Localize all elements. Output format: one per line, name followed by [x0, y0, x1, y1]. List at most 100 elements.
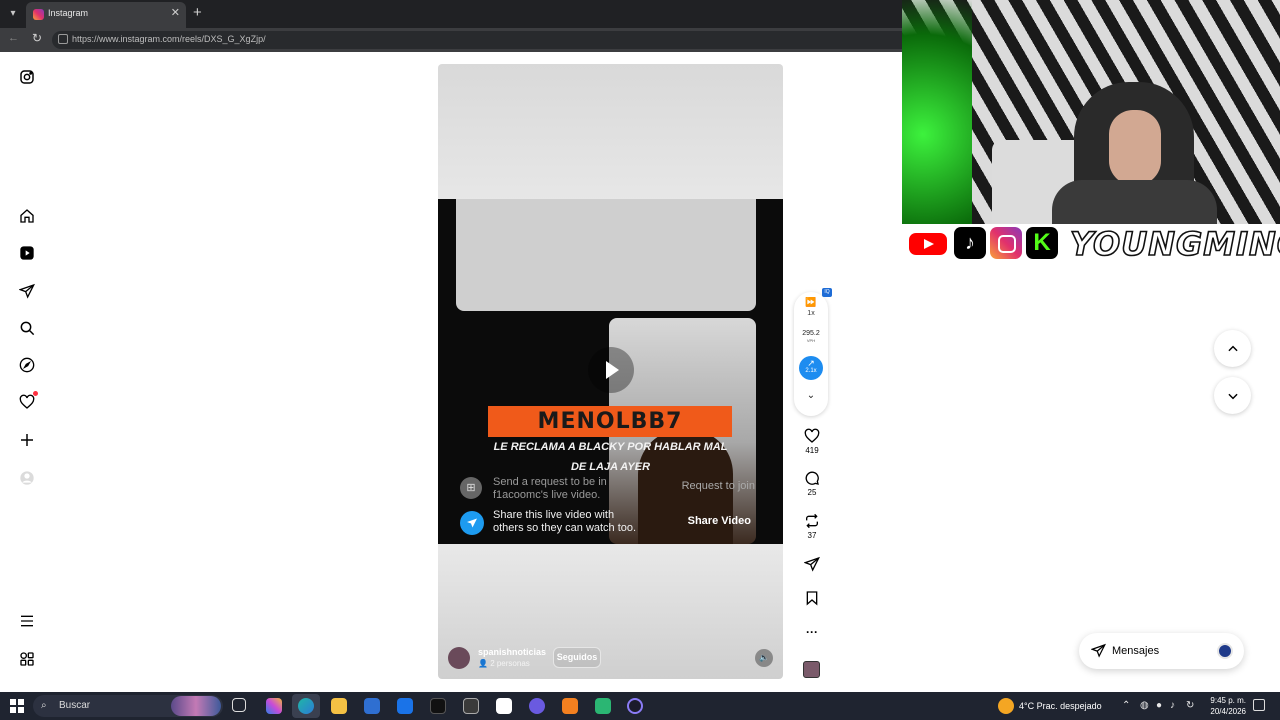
youtube-logo-icon: [909, 233, 947, 255]
repost-count: 37: [807, 531, 817, 540]
reel-player[interactable]: MENOLBB7 LE RECLAMA A BLACKY POR HABLAR …: [438, 64, 783, 679]
taskbar-search[interactable]: ⌕ Buscar: [33, 695, 223, 717]
repost-icon: [806, 513, 818, 529]
direct-messages-icon[interactable]: [18, 282, 36, 300]
search-icon[interactable]: [18, 319, 36, 337]
like-button[interactable]: 419: [796, 428, 828, 455]
tiktok-app-icon[interactable]: [430, 698, 446, 714]
mute-icon[interactable]: 🔈: [755, 649, 773, 667]
vph-unit: VPH: [806, 338, 816, 343]
playback-speed-label: 1x: [807, 310, 815, 317]
network-icon[interactable]: ◍: [1140, 700, 1149, 711]
clock-date: 20/4/2026: [1210, 707, 1246, 716]
taskbar-clock[interactable]: 9:45 p. m. 20/4/2026: [1196, 695, 1246, 717]
weather-icon[interactable]: [998, 698, 1014, 714]
chevron-up-icon: [1227, 345, 1238, 351]
messages-send-icon: [1090, 643, 1106, 663]
new-tab-icon[interactable]: +: [193, 4, 202, 21]
messages-avatar: [1217, 643, 1233, 659]
file-explorer-icon[interactable]: [331, 698, 347, 714]
reels-icon[interactable]: [18, 244, 36, 262]
share-video-button[interactable]: Share Video: [688, 515, 751, 527]
copilot-icon[interactable]: [266, 698, 282, 714]
tray-chevron-up-icon[interactable]: ⌃: [1122, 700, 1130, 711]
windows-start-icon[interactable]: [10, 699, 24, 713]
trend-multiplier-badge[interactable]: 2.1x: [799, 356, 823, 380]
reel-footer: spanishnoticias 👤 2 personas Seguidos 🔈: [448, 646, 773, 670]
comment-count: 25: [807, 488, 817, 497]
capcut-icon[interactable]: [463, 698, 479, 714]
tab-menu-chevron-icon[interactable]: ▾: [4, 5, 22, 23]
messages-button[interactable]: Mensajes: [1079, 633, 1244, 669]
tab-title: Instagram: [48, 8, 89, 18]
chrome-profile-icon[interactable]: [529, 698, 545, 714]
volume-icon[interactable]: ♪: [1170, 700, 1175, 711]
reel-video-frame[interactable]: MENOLBB7 LE RECLAMA A BLACKY POR HABLAR …: [438, 199, 783, 544]
fast-forward-icon[interactable]: ⏩: [794, 297, 828, 308]
chevron-down-icon: [1227, 393, 1238, 399]
notifications-heart-icon[interactable]: [18, 391, 38, 411]
account-avatar[interactable]: [448, 647, 470, 669]
url-field[interactable]: https://www.instagram.com/reels/DXS_G_Xg…: [52, 31, 912, 49]
cloudflare-icon[interactable]: [562, 698, 578, 714]
request-text: Send a request to be in f1acoomc's live …: [493, 476, 607, 501]
extension-badge: IQ: [822, 288, 832, 297]
heart-icon: [804, 428, 820, 443]
next-reel-button[interactable]: [1214, 377, 1251, 414]
save-button[interactable]: [796, 590, 828, 606]
instagram-sidebar: [0, 52, 54, 692]
home-icon[interactable]: [18, 207, 36, 225]
like-count: 419: [805, 446, 819, 455]
task-view-icon[interactable]: [232, 698, 246, 712]
account-subtitle: 👤 2 personas: [478, 659, 530, 668]
site-info-icon[interactable]: [58, 34, 68, 44]
microsoft-store-icon[interactable]: [364, 698, 380, 714]
capcut-alt-icon[interactable]: [496, 698, 512, 714]
more-menu-icon[interactable]: [18, 612, 36, 630]
notification-dot: [33, 391, 38, 396]
share-button[interactable]: [796, 556, 828, 572]
video-top-panel: [456, 199, 756, 311]
video-caption-line-1: LE RECLAMA A BLACKY POR HABLAR MAL: [493, 441, 728, 453]
messages-label: Mensajes: [1112, 645, 1160, 657]
previous-reel-button[interactable]: [1214, 330, 1251, 367]
green-app-icon[interactable]: [595, 698, 611, 714]
vph-value: 295.2: [802, 330, 820, 337]
explore-compass-icon[interactable]: [18, 356, 36, 374]
browser-tab[interactable]: Instagram ✕: [26, 2, 186, 28]
more-options-icon[interactable]: ···: [796, 625, 828, 639]
chevron-down-icon[interactable]: ⌄: [794, 390, 828, 401]
share-send-icon: [460, 511, 484, 535]
create-plus-icon[interactable]: [18, 431, 36, 449]
sync-icon[interactable]: ↻: [1186, 700, 1194, 711]
profile-avatar-icon[interactable]: [18, 469, 36, 487]
back-arrow-icon[interactable]: ←: [8, 32, 19, 44]
comment-button[interactable]: 25: [796, 470, 828, 497]
video-banner-title: MENOLBB7: [488, 406, 732, 437]
edge-browser-icon[interactable]: [298, 698, 314, 714]
request-to-join-button[interactable]: Request to join: [682, 480, 755, 492]
also-from-meta-icon[interactable]: [18, 650, 36, 668]
share-text: Share this live video with others so the…: [493, 509, 637, 534]
reel-stats-extension: IQ ⏩ 1x 295.2 VPH 2.1x ⌄: [794, 288, 832, 416]
play-icon[interactable]: [588, 347, 634, 393]
webcam-person-shirt: [1052, 180, 1217, 224]
account-name[interactable]: spanishnoticias: [478, 647, 546, 657]
purple-app-icon[interactable]: [627, 698, 643, 714]
webcam-green-light: [902, 0, 972, 224]
outlook-icon[interactable]: [397, 698, 413, 714]
following-button[interactable]: Seguidos: [553, 647, 601, 668]
audio-thumbnail[interactable]: [803, 661, 820, 678]
notification-center-icon[interactable]: [1253, 699, 1265, 711]
instagram-logo-icon[interactable]: [18, 68, 36, 86]
weather-text[interactable]: 4°C Prac. despejado: [1019, 701, 1102, 711]
search-highlight-image: [171, 696, 221, 716]
microphone-icon[interactable]: ●: [1156, 700, 1162, 711]
reload-icon[interactable]: ↻: [32, 31, 42, 45]
video-caption-line-2: DE LAJA AYER: [570, 461, 651, 473]
repost-button[interactable]: 37: [796, 513, 828, 540]
tab-close-icon[interactable]: ✕: [171, 6, 180, 19]
webcam-person-face: [1109, 110, 1161, 185]
bookmark-icon: [806, 591, 818, 606]
comment-icon: [805, 471, 819, 485]
